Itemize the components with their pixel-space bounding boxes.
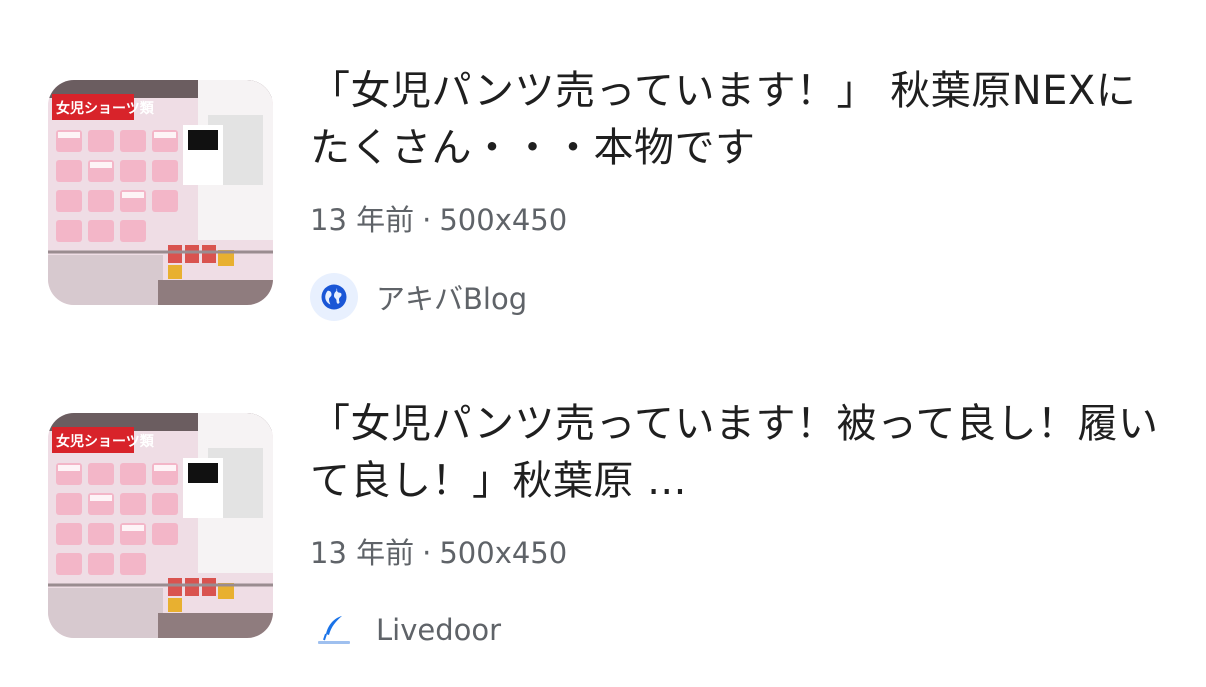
result-dimensions: 500x450 <box>439 536 568 570</box>
result-age: 13 年前 <box>310 203 415 237</box>
meta-separator: · <box>422 536 432 570</box>
meta-separator: · <box>422 203 432 237</box>
result-meta: 13 年前 · 500x450 <box>310 200 567 240</box>
feather-icon <box>310 606 358 654</box>
thumbnail-sign-text: 女児ショーツ類 <box>56 433 155 450</box>
result-source[interactable]: Livedoor <box>310 606 501 654</box>
result-title[interactable]: 「女児パンツ売っています！被って良し！履いて良し！」秋葉原 ... <box>310 396 1160 510</box>
thumbnail-sign-text: 女児ショーツ類 <box>56 100 155 117</box>
source-name[interactable]: アキバBlog <box>376 276 527 318</box>
globe-icon <box>310 273 358 321</box>
image-results-list: 女児ショーツ類 「女児パンツ売っています！」 秋葉原NEXにたくさん・・・本物で… <box>0 0 1206 687</box>
result-title[interactable]: 「女児パンツ売っています！」 秋葉原NEXにたくさん・・・本物です <box>310 63 1160 177</box>
image-result[interactable]: 女児ショーツ類 「女児パンツ売っています！被って良し！履いて良し！」秋葉原 ..… <box>0 333 1206 647</box>
result-thumbnail[interactable]: 女児ショーツ類 <box>48 413 273 638</box>
result-thumbnail[interactable]: 女児ショーツ類 <box>48 80 273 305</box>
result-meta: 13 年前 · 500x450 <box>310 533 567 573</box>
result-source[interactable]: アキバBlog <box>310 273 527 321</box>
result-age: 13 年前 <box>310 536 415 570</box>
source-name[interactable]: Livedoor <box>376 613 501 647</box>
result-dimensions: 500x450 <box>439 203 568 237</box>
image-result[interactable]: 女児ショーツ類 「女児パンツ売っています！」 秋葉原NEXにたくさん・・・本物で… <box>0 0 1206 321</box>
